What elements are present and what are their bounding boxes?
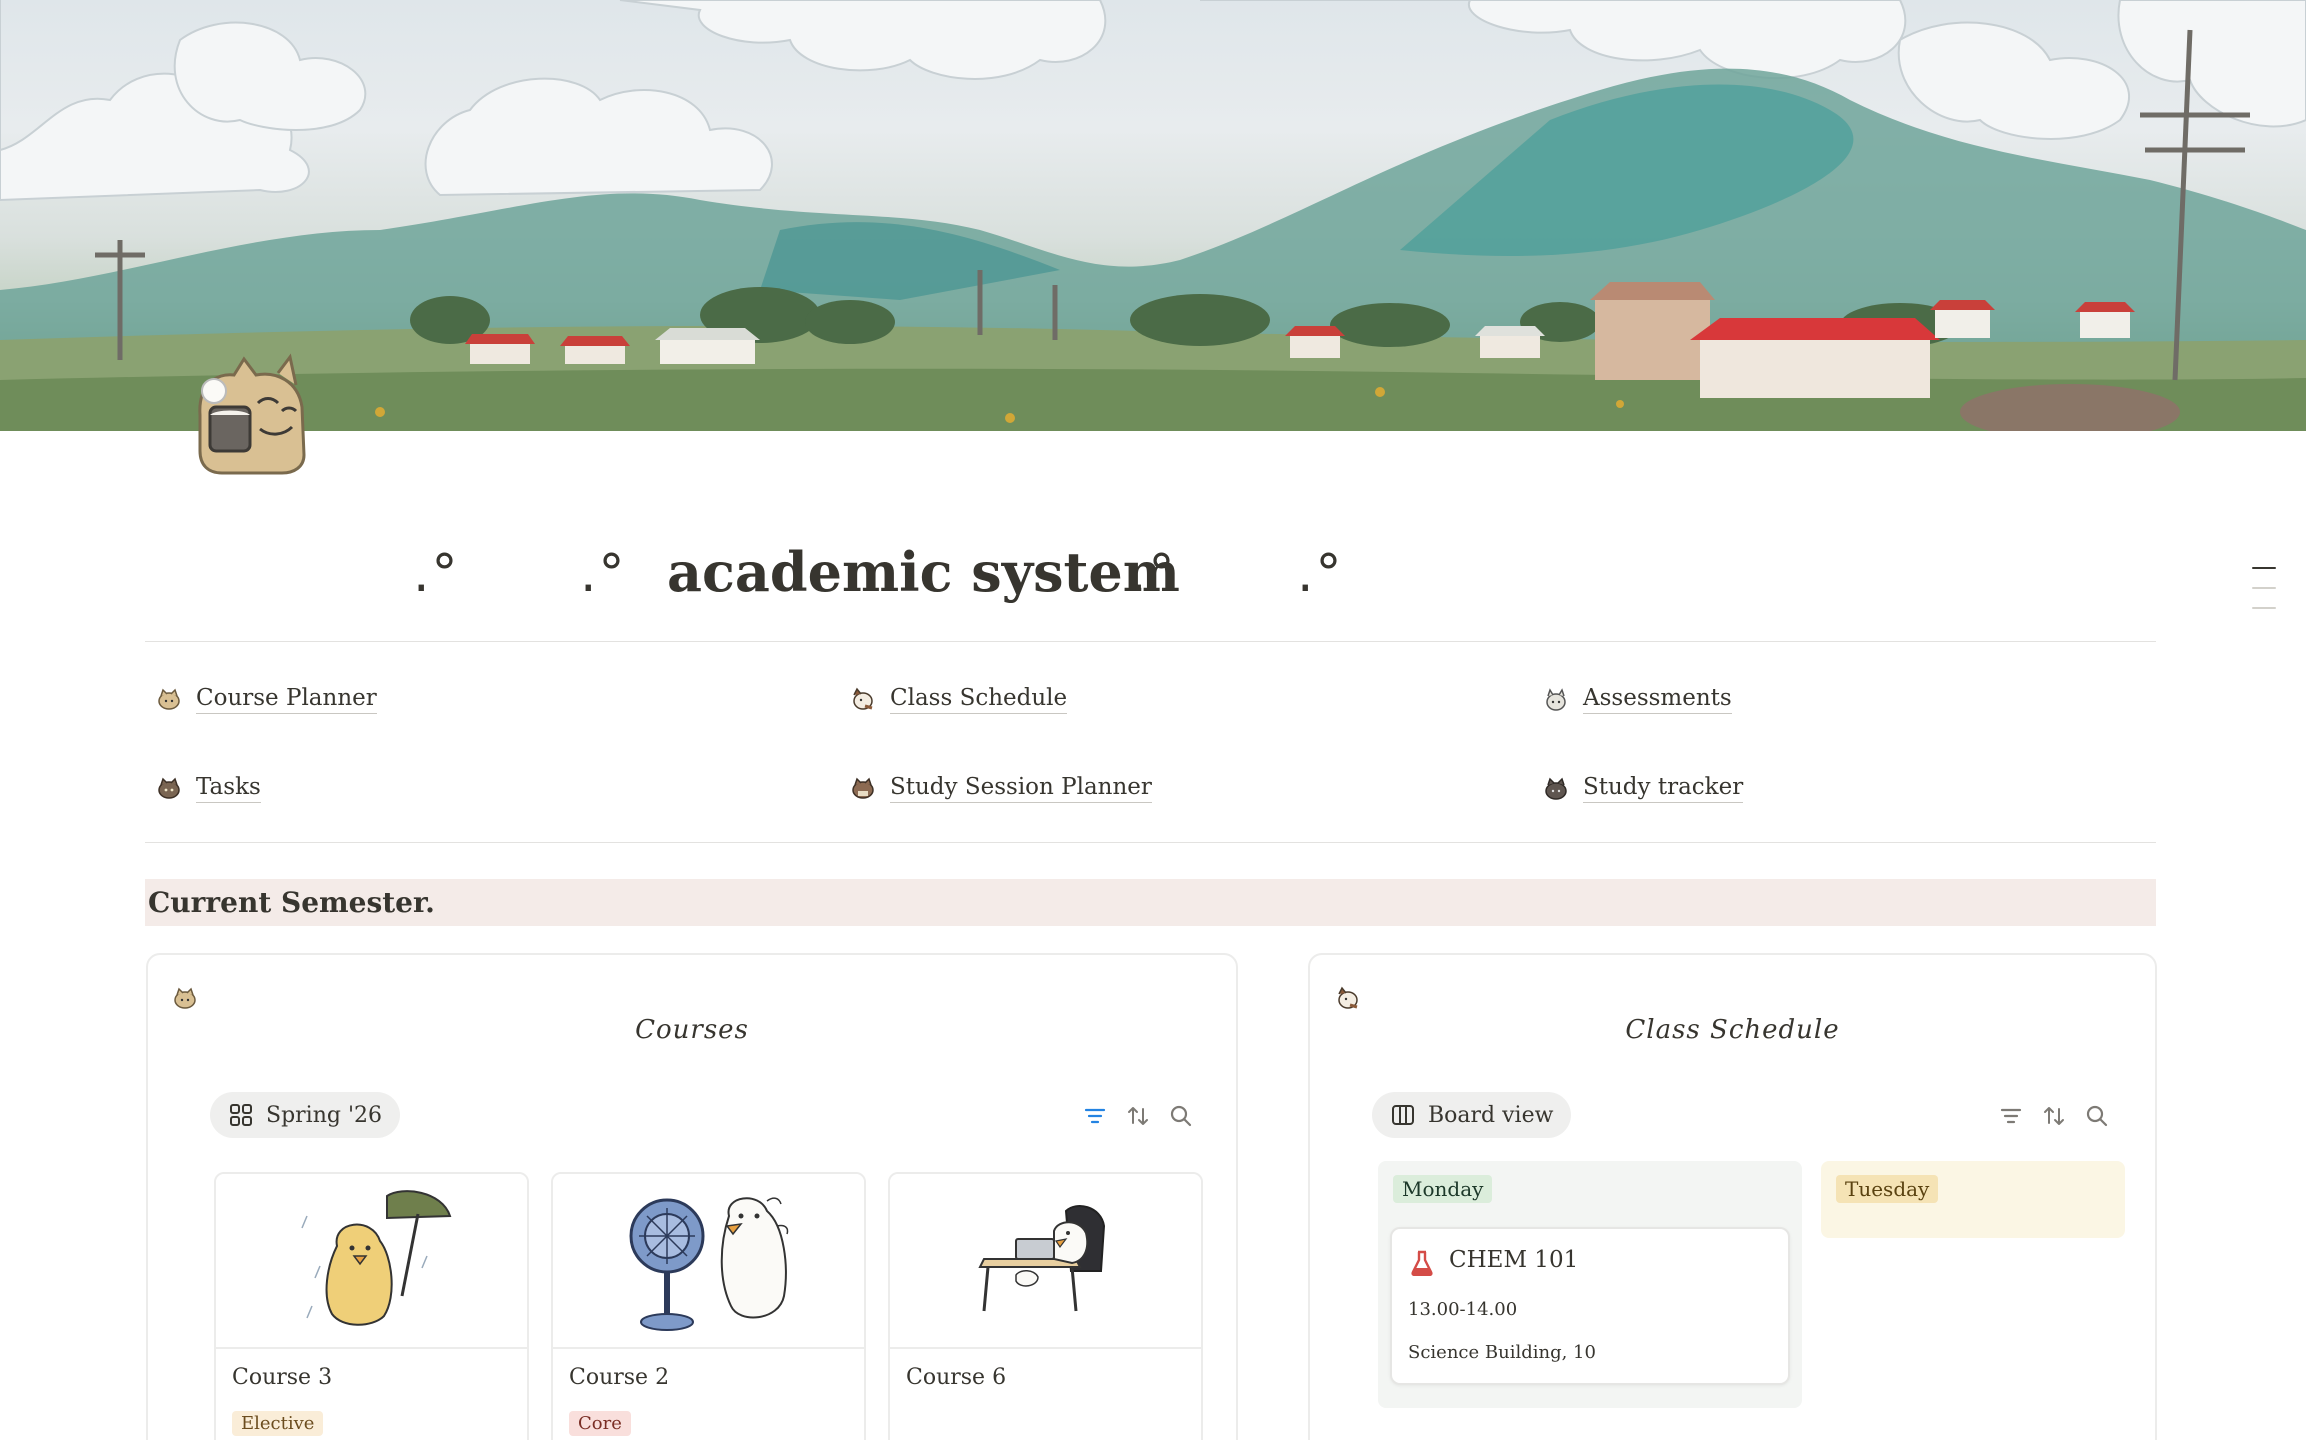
card-cover xyxy=(890,1174,1201,1349)
view-tab-board-view[interactable]: Board view xyxy=(1372,1092,1572,1138)
view-tab-label: Board view xyxy=(1428,1102,1554,1128)
view-tab-label: Spring '26 xyxy=(266,1102,382,1128)
courses-title: Courses xyxy=(635,1015,749,1045)
board-column-tuesday: Tuesday xyxy=(1821,1161,2125,1238)
cat-emoji-icon xyxy=(158,777,180,799)
course-type-tag: Core xyxy=(569,1411,631,1436)
class-schedule-title: Class Schedule xyxy=(1625,1015,1840,1045)
board-card-title: CHEM 101 xyxy=(1449,1247,1579,1273)
nav-link-study-tracker[interactable]: Study tracker xyxy=(1543,768,1744,808)
nav-link-label: Study Session Planner xyxy=(890,774,1152,803)
section-heading-text: Current Semester. xyxy=(148,886,435,919)
section-heading[interactable]: Current Semester. xyxy=(145,879,2156,926)
nav-link-label: Course Planner xyxy=(196,685,377,714)
duck-umbrella-illustration xyxy=(300,1189,451,1326)
nav-link-label: Class Schedule xyxy=(890,685,1068,714)
board-card[interactable]: CHEM 101 13.00-14.00 Science Building, 1… xyxy=(1390,1227,1790,1385)
cat-emoji-icon xyxy=(174,987,196,1009)
course-card[interactable]: Course 2 Core xyxy=(551,1172,866,1440)
title-row: .° .° academic system .° .° xyxy=(145,530,2156,620)
divider xyxy=(145,842,2156,843)
cat-mug-icon xyxy=(198,353,306,475)
card-cover xyxy=(553,1174,864,1349)
card-title: Course 6 xyxy=(906,1365,1007,1390)
title-ornament: .° xyxy=(1130,544,1177,604)
card-title: Course 2 xyxy=(569,1365,670,1390)
nav-link-tasks[interactable]: Tasks xyxy=(156,768,261,808)
gallery-grid-icon xyxy=(230,1104,252,1126)
search-icon[interactable] xyxy=(2084,1103,2110,1129)
card-title: Course 3 xyxy=(232,1365,333,1390)
card-cover xyxy=(216,1174,527,1349)
class-location: Science Building, 10 xyxy=(1408,1342,1596,1363)
title-ornament: .° xyxy=(1297,544,1344,604)
board-columns-icon xyxy=(1392,1105,1414,1125)
nav-link-study-session-planner[interactable]: Study Session Planner xyxy=(850,768,1152,808)
nav-link-course-planner[interactable]: Course Planner xyxy=(156,679,377,719)
board-column-monday: Monday CHEM 101 13.00-14.00 Science Buil… xyxy=(1378,1161,1802,1408)
filter-icon[interactable] xyxy=(1998,1103,2024,1129)
table-of-contents-toggle[interactable] xyxy=(2252,567,2276,627)
class-time: 13.00-14.00 xyxy=(1408,1299,1518,1320)
nav-link-assessments[interactable]: Assessments xyxy=(1543,679,1732,719)
course-type-tag: Elective xyxy=(232,1411,324,1436)
cat-emoji-icon xyxy=(852,777,874,799)
cat-emoji-icon xyxy=(158,688,180,710)
nav-link-class-schedule[interactable]: Class Schedule xyxy=(850,679,1068,719)
cat-emoji-icon xyxy=(1546,688,1566,711)
sort-icon[interactable] xyxy=(1125,1103,1151,1129)
cat-emoji-icon xyxy=(853,687,873,710)
title-ornament: .° xyxy=(580,544,627,604)
title-ornament: .° xyxy=(413,544,460,604)
cat-emoji-icon xyxy=(1545,777,1567,800)
nav-link-label: Study tracker xyxy=(1583,774,1744,803)
cover-image[interactable] xyxy=(0,0,2306,431)
duck-desk-illustration xyxy=(977,1204,1105,1311)
duck-fan-illustration xyxy=(629,1196,788,1331)
sort-icon[interactable] xyxy=(2041,1103,2067,1129)
filter-icon[interactable] xyxy=(1082,1103,1108,1129)
course-card[interactable]: Course 6 xyxy=(888,1172,1203,1440)
cat-emoji-icon xyxy=(1338,986,1358,1009)
flask-icon xyxy=(1411,1250,1433,1276)
page-icon[interactable] xyxy=(186,345,322,481)
view-tab-spring-26[interactable]: Spring '26 xyxy=(210,1092,400,1138)
nav-link-label: Assessments xyxy=(1583,685,1732,714)
column-label: Tuesday xyxy=(1836,1175,1939,1203)
course-card[interactable]: Course 3 Elective xyxy=(214,1172,529,1440)
page-title[interactable]: academic system xyxy=(667,540,1180,604)
divider xyxy=(145,641,2156,642)
landscape-illustration xyxy=(0,0,2306,431)
search-icon[interactable] xyxy=(1168,1103,1194,1129)
nav-link-label: Tasks xyxy=(196,774,261,803)
column-label: Monday xyxy=(1393,1175,1493,1203)
